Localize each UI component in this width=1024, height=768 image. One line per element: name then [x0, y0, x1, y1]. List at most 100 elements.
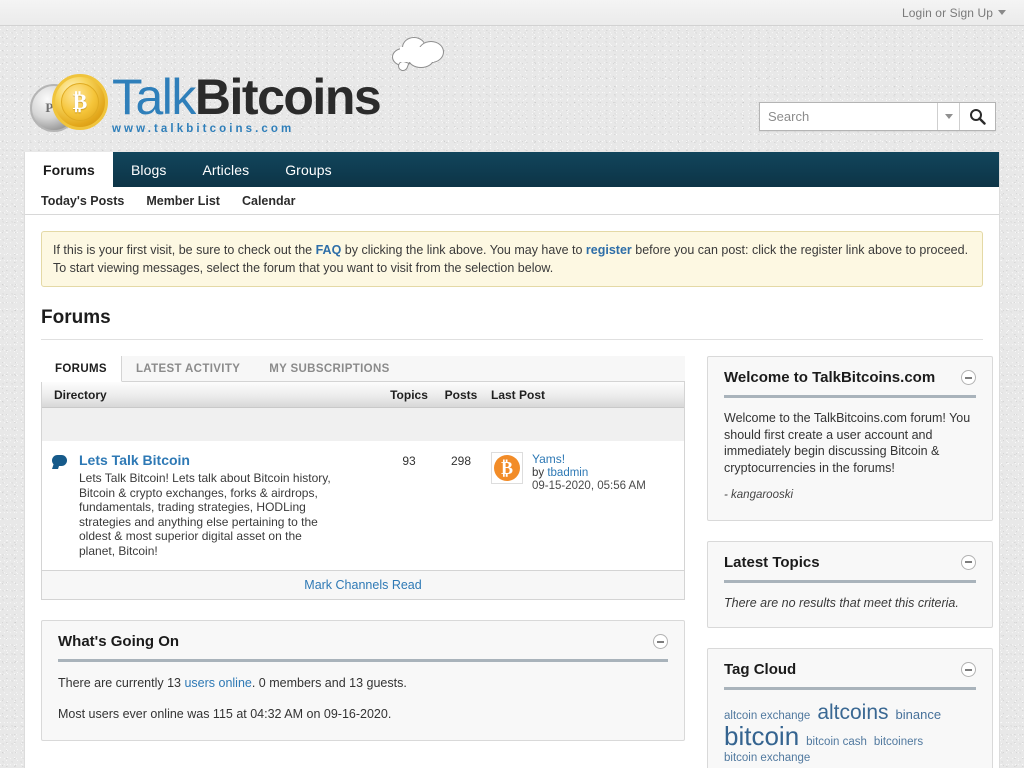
bitcoin-avatar-icon: ₿: [494, 455, 520, 481]
tag-link[interactable]: bitcoin exchanges: [724, 765, 932, 768]
tag-cloud-list: altcoin exchange altcoins binancebitcoin bi…: [724, 690, 976, 768]
forum-bubble-icon: [52, 455, 69, 469]
collapse-icon[interactable]: [653, 634, 668, 649]
sub-navigation: Today's Posts Member List Calendar: [25, 187, 999, 215]
latest-topics-header: Latest Topics: [724, 554, 976, 583]
tag-link[interactable]: bitcoin cash: [806, 737, 867, 749]
layout-columns: FORUMS LATEST ACTIVITY MY SUBSCRIPTIONS …: [41, 356, 993, 768]
whats-going-on-title: What's Going On: [58, 633, 180, 650]
welcome-block: Welcome to TalkBitcoins.com Welcome to t…: [707, 356, 993, 521]
logo-talk-text: Talk: [112, 69, 196, 125]
subnav-item-todays-posts[interactable]: Today's Posts: [41, 194, 124, 208]
forum-posts-count: 298: [450, 454, 472, 468]
users-online-post: . 0 members and 13 guests.: [251, 676, 407, 690]
tab-forums[interactable]: FORUMS: [41, 356, 122, 382]
search-options-dropdown[interactable]: [937, 103, 959, 130]
table-row: Lets Talk Bitcoin Lets Talk Bitcoin! Let…: [42, 442, 684, 570]
search-icon: [970, 109, 986, 125]
latest-topics-block: Latest Topics There are no results that …: [707, 540, 993, 628]
top-toolbar: Login or Sign Up: [0, 0, 1024, 26]
page-content: If this is your first visit, be sure to …: [25, 215, 999, 768]
tag-cloud-title: Tag Cloud: [724, 661, 797, 678]
logo-wordmark-main: TalkBitcoins: [112, 69, 382, 125]
nav-tab-groups[interactable]: Groups: [267, 152, 350, 187]
tag-link[interactable]: altcoins: [817, 702, 888, 724]
column-header-directory: Directory: [54, 387, 107, 402]
tag-link[interactable]: binance: [896, 708, 942, 722]
collapse-icon[interactable]: [961, 662, 976, 677]
tag-cloud-header: Tag Cloud: [724, 661, 976, 690]
forum-table: Directory Topics Posts Last Post Lets Ta…: [41, 382, 685, 571]
mark-channels-read-link[interactable]: Mark Channels Read: [304, 578, 421, 592]
sidebar: Welcome to TalkBitcoins.com Welcome to t…: [707, 356, 993, 768]
forum-info-cell: Lets Talk Bitcoin Lets Talk Bitcoin! Let…: [79, 452, 380, 558]
collapse-icon[interactable]: [961, 370, 976, 385]
users-online-link[interactable]: users online: [184, 676, 251, 690]
page-container: Forums Blogs Articles Groups Today's Pos…: [24, 152, 1000, 768]
tag-link[interactable]: bitcoin: [724, 723, 799, 750]
users-online-pre: There are currently 13: [58, 676, 185, 690]
welcome-title: Welcome to TalkBitcoins.com: [724, 369, 936, 386]
chevron-down-icon: [944, 114, 953, 119]
last-post-author-link[interactable]: tbadmin: [547, 467, 588, 479]
last-post-date: 09-15-2020, 05:56 AM: [532, 480, 646, 492]
search-input[interactable]: [760, 103, 937, 130]
collapse-icon[interactable]: [961, 554, 976, 570]
column-header-last-post: Last Post: [491, 387, 546, 402]
tab-latest-activity[interactable]: LATEST ACTIVITY: [122, 356, 255, 381]
column-header-posts: Posts: [444, 387, 478, 402]
forum-status-icon-cell: [42, 452, 79, 558]
chevron-down-icon: [998, 10, 1006, 15]
register-link[interactable]: register: [586, 243, 632, 257]
avatar[interactable]: ₿: [491, 452, 523, 484]
main-navigation: Forums Blogs Articles Groups: [25, 152, 999, 187]
gold-bitcoin-coin-icon: ₿: [52, 74, 108, 130]
forum-title-link[interactable]: Lets Talk Bitcoin: [79, 452, 370, 469]
main-column: FORUMS LATEST ACTIVITY MY SUBSCRIPTIONS …: [41, 356, 685, 741]
latest-topics-body: There are no results that meet this crit…: [724, 583, 976, 612]
whats-going-on-body: There are currently 13 users online. 0 m…: [58, 662, 668, 724]
tab-my-subscriptions[interactable]: MY SUBSCRIPTIONS: [255, 356, 404, 381]
last-post-by-prefix: by: [532, 466, 548, 479]
bitcoin-symbol: ₿: [61, 83, 99, 121]
nav-tab-articles[interactable]: Articles: [184, 152, 267, 187]
last-post-cell: ₿ Yams! by tbadmin 09-15-2020, 05:56 AM: [484, 452, 684, 558]
latest-topics-title: Latest Topics: [724, 553, 820, 571]
column-header-topics: Topics: [390, 387, 428, 402]
logo-coins-icon: PC ₿: [30, 70, 108, 134]
forum-topics-count: 93: [402, 454, 416, 468]
site-header: PC ₿ TalkBitcoins www.talkbitcoins.com: [0, 26, 1024, 152]
tag-cloud-block: Tag Cloud altcoin exchange altcoins binanc…: [707, 648, 993, 768]
last-post-title-link[interactable]: Yams!: [532, 452, 646, 467]
forum-description: Lets Talk Bitcoin! Lets talk about Bitco…: [79, 471, 331, 558]
title-divider: [41, 339, 983, 340]
last-post-meta: Yams! by tbadmin 09-15-2020, 05:56 AM: [532, 452, 646, 558]
logo-wordmark: TalkBitcoins www.talkbitcoins.com: [112, 37, 444, 135]
users-online-line: There are currently 13 users online. 0 m…: [58, 674, 668, 693]
login-signup-menu[interactable]: Login or Sign Up: [902, 6, 1006, 20]
table-header-row: Directory Topics Posts Last Post: [42, 382, 684, 408]
subnav-item-calendar[interactable]: Calendar: [242, 194, 296, 208]
welcome-header: Welcome to TalkBitcoins.com: [724, 369, 976, 398]
welcome-body: Welcome to the TalkBitcoins.com forum! Y…: [724, 398, 976, 504]
most-users-online-line: Most users ever online was 115 at 04:32 …: [58, 707, 392, 721]
tag-link[interactable]: bitcoiners: [874, 737, 923, 749]
subnav-item-member-list[interactable]: Member List: [146, 194, 220, 208]
speech-cloud-icon: [390, 36, 446, 73]
search-submit-button[interactable]: [959, 103, 995, 130]
nav-tab-blogs[interactable]: Blogs: [113, 152, 185, 187]
notice-text-1: If this is your first visit, be sure to …: [53, 243, 316, 257]
faq-link[interactable]: FAQ: [316, 243, 342, 257]
page-title: Forums: [41, 307, 111, 328]
forum-tabs: FORUMS LATEST ACTIVITY MY SUBSCRIPTIONS: [41, 356, 685, 382]
nav-tab-forums[interactable]: Forums: [25, 152, 113, 187]
mark-channels-read-bar: Mark Channels Read: [41, 571, 685, 600]
category-row: [42, 408, 684, 442]
search-bar: [759, 102, 996, 131]
notice-text-2: by clicking the link above. You may have…: [341, 243, 586, 257]
site-logo[interactable]: PC ₿ TalkBitcoins www.talkbitcoins.com: [30, 37, 444, 135]
first-visit-notice: If this is your first visit, be sure to …: [41, 231, 983, 287]
welcome-text: Welcome to the TalkBitcoins.com forum! Y…: [724, 411, 971, 475]
welcome-signature: - kangarooski: [724, 489, 794, 501]
whats-going-on-block: What's Going On There are currently 13 u…: [41, 620, 685, 741]
